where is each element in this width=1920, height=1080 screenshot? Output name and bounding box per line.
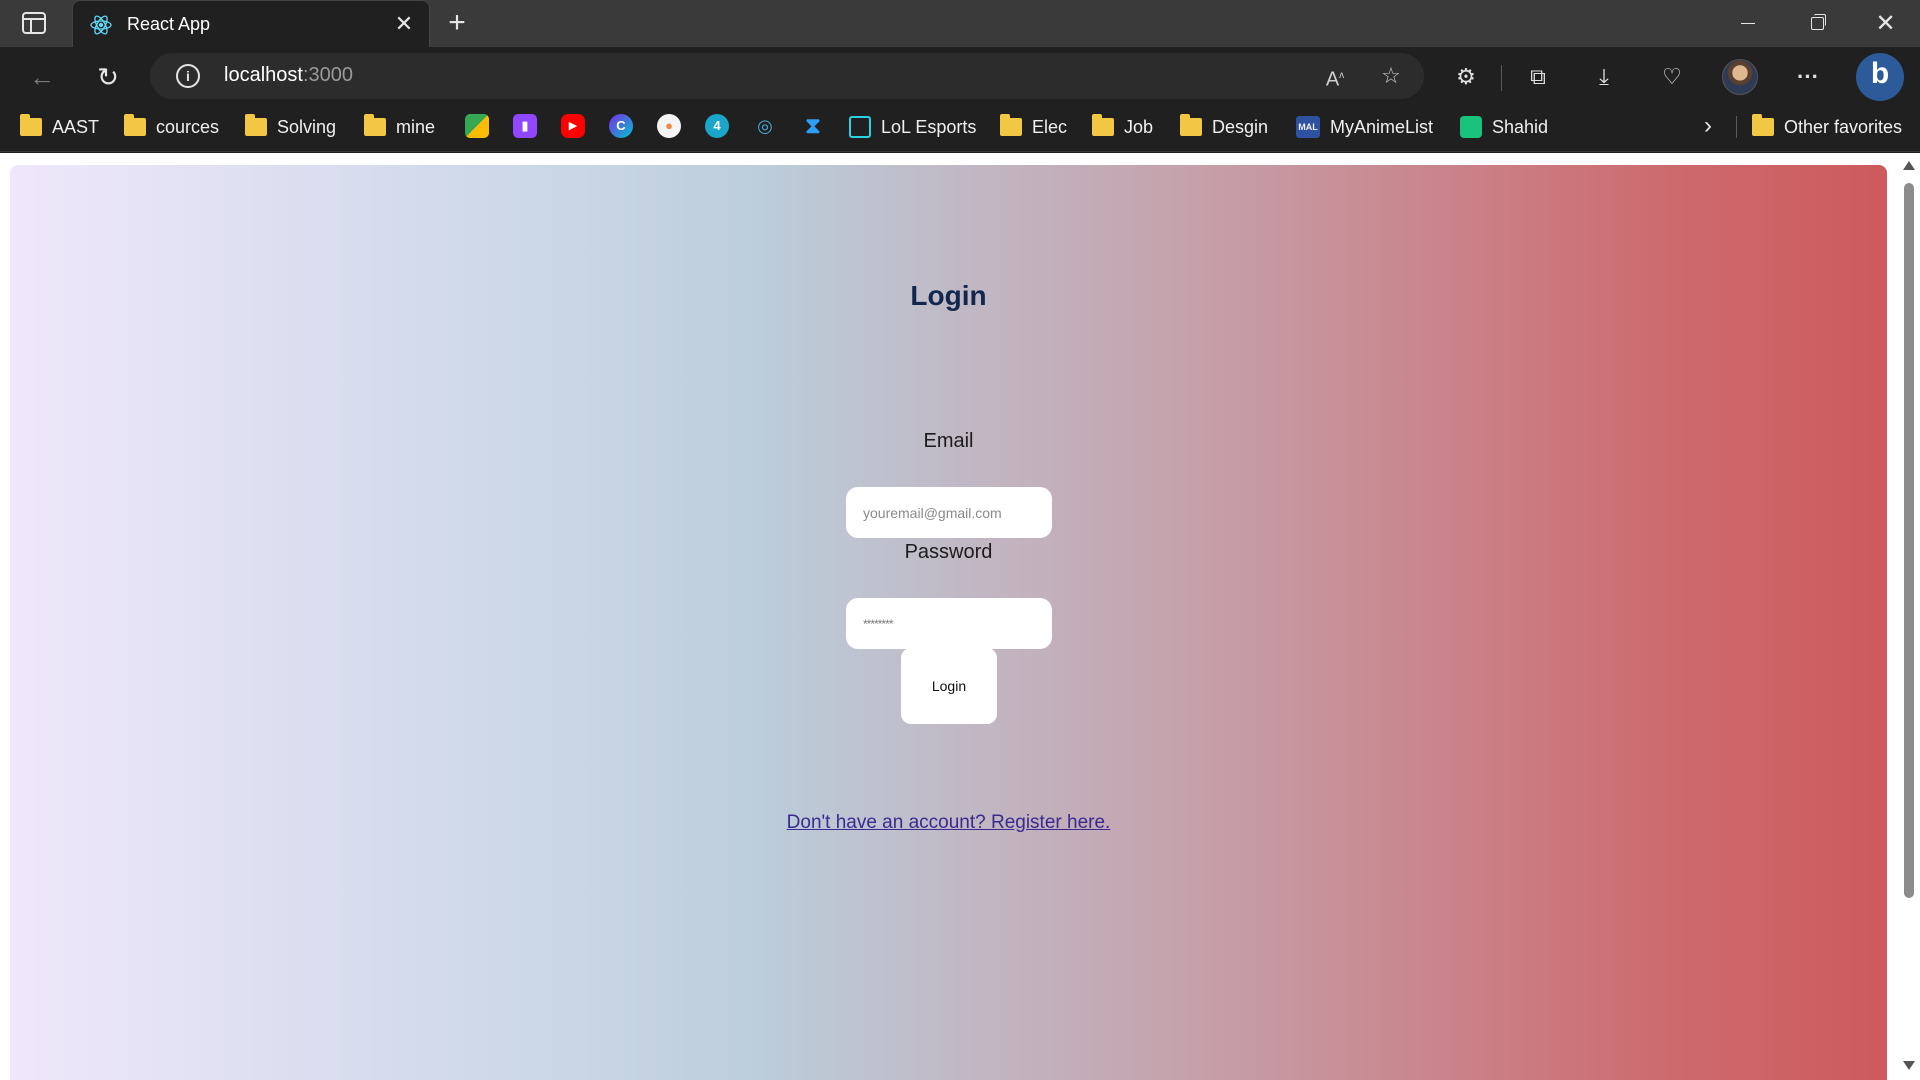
bookmark-label: Solving bbox=[277, 116, 337, 137]
close-window-button[interactable]: ✕ bbox=[1851, 0, 1920, 47]
chevron-right-icon[interactable]: › bbox=[1696, 113, 1720, 139]
login-button[interactable]: Login bbox=[901, 648, 997, 724]
close-tab-icon[interactable]: ✕ bbox=[391, 11, 417, 37]
folder-icon bbox=[1180, 114, 1202, 136]
tab-react-app[interactable]: React App ✕ bbox=[72, 0, 430, 47]
folder-icon bbox=[245, 114, 267, 136]
restore-button[interactable] bbox=[1782, 0, 1851, 47]
bookmark-folder-job[interactable]: Job bbox=[1092, 113, 1153, 141]
codeforces-icon[interactable]: 4 bbox=[705, 114, 729, 138]
login-page: Login Email youremail@gmail.com Password… bbox=[10, 165, 1887, 1080]
profile-avatar[interactable] bbox=[1722, 59, 1758, 95]
bookmark-label: Desgin bbox=[1212, 116, 1269, 137]
folder-icon bbox=[1000, 114, 1022, 136]
bookmark-folder-aast[interactable]: AAST bbox=[20, 113, 99, 141]
youtube-icon[interactable]: ▶ bbox=[561, 114, 585, 138]
password-field[interactable]: ******** bbox=[846, 598, 1052, 649]
bookmark-label: AAST bbox=[52, 116, 100, 137]
bookmark-folder-other-favorites[interactable]: Other favorites bbox=[1752, 113, 1902, 141]
bookmark-label: mine bbox=[396, 116, 436, 137]
palette-icon[interactable]: ● bbox=[657, 114, 681, 138]
react-logo-icon bbox=[90, 15, 112, 35]
collections-icon[interactable]: ⧉ bbox=[1520, 59, 1556, 95]
back-arrow-icon[interactable]: ← bbox=[24, 59, 60, 95]
folder-icon bbox=[1752, 114, 1774, 136]
bookmark-lol-esports[interactable]: LoL Esports bbox=[849, 113, 976, 141]
site-info-icon[interactable]: i bbox=[176, 64, 200, 88]
more-options-icon[interactable]: ··· bbox=[1790, 59, 1826, 95]
canva-icon[interactable]: C bbox=[609, 114, 633, 138]
bookmark-label: Elec bbox=[1032, 116, 1068, 137]
myanimelist-icon: MAL bbox=[1296, 116, 1320, 138]
vscode-icon[interactable]: ⧗ bbox=[801, 114, 825, 138]
lol-esports-icon bbox=[849, 116, 871, 138]
bookmark-folder-cources[interactable]: cources bbox=[124, 113, 219, 141]
tab-title: React App bbox=[127, 14, 211, 34]
bookmark-folder-solving[interactable]: Solving bbox=[245, 113, 336, 141]
bookmark-label: Job bbox=[1124, 116, 1154, 137]
bookmarks-divider bbox=[1736, 116, 1737, 138]
page-viewport: Login Email youremail@gmail.com Password… bbox=[0, 153, 1920, 1080]
bookmark-label: Other favorites bbox=[1784, 116, 1903, 137]
google-meet-icon[interactable] bbox=[465, 114, 489, 138]
url-host: localhost bbox=[224, 64, 303, 86]
page-title: Login bbox=[910, 280, 987, 311]
twitch-icon[interactable]: ▮ bbox=[513, 114, 537, 138]
email-placeholder: youremail@gmail.com bbox=[863, 504, 1002, 521]
browser-toolbar: ← ↻ i localhost:3000 Aʌ ☆ ⚙ ⧉ ⤓ ♡ ··· bbox=[0, 47, 1920, 107]
dolphin-icon[interactable]: ◎ bbox=[753, 114, 777, 138]
bookmark-label: MyAnimeList bbox=[1330, 116, 1434, 137]
read-aloud-icon[interactable]: Aʌ bbox=[1320, 61, 1350, 91]
folder-icon bbox=[20, 114, 42, 136]
reload-icon[interactable]: ↻ bbox=[90, 59, 126, 95]
bookmark-shahid[interactable]: Shahid bbox=[1460, 113, 1548, 141]
vertical-scrollbar[interactable] bbox=[1898, 153, 1920, 1080]
register-link-text[interactable]: Don't have an account? Register here. bbox=[787, 812, 1111, 833]
bookmark-folder-elec[interactable]: Elec bbox=[1000, 113, 1067, 141]
password-label: Password bbox=[904, 541, 993, 563]
copilot-icon[interactable] bbox=[1856, 53, 1904, 101]
bookmark-folder-desgin[interactable]: Desgin bbox=[1180, 113, 1268, 141]
bookmark-label: cources bbox=[156, 116, 220, 137]
new-tab-button[interactable]: + bbox=[440, 8, 474, 40]
bookmark-folder-mine[interactable]: mine bbox=[364, 113, 435, 141]
bookmark-myanimelist[interactable]: MAL MyAnimeList bbox=[1296, 113, 1433, 141]
bookmark-label: Shahid bbox=[1492, 116, 1549, 137]
toolbar-divider bbox=[1501, 65, 1502, 91]
extensions-icon[interactable]: ⚙ bbox=[1448, 59, 1484, 95]
shahid-icon bbox=[1460, 116, 1482, 138]
register-link[interactable]: Don't have an account? Register here. bbox=[10, 812, 1887, 834]
url-text[interactable]: localhost:3000 bbox=[224, 64, 353, 87]
scrollbar-thumb[interactable] bbox=[1904, 183, 1914, 898]
password-placeholder: ******** bbox=[863, 616, 893, 631]
bookmark-label: LoL Esports bbox=[881, 116, 977, 137]
sidebar-toggle-icon[interactable] bbox=[22, 12, 46, 34]
email-label: Email bbox=[923, 430, 974, 452]
folder-icon bbox=[124, 114, 146, 136]
folder-icon bbox=[1092, 114, 1114, 136]
browser-titlebar: React App ✕ + ✕ bbox=[0, 0, 1920, 47]
folder-icon bbox=[364, 114, 386, 136]
minimize-button[interactable] bbox=[1713, 0, 1782, 47]
email-field[interactable]: youremail@gmail.com bbox=[846, 487, 1052, 538]
address-bar[interactable]: i localhost:3000 Aʌ ☆ bbox=[150, 53, 1424, 99]
scroll-up-arrow-icon[interactable] bbox=[1903, 161, 1915, 170]
downloads-icon[interactable]: ⤓ bbox=[1586, 59, 1622, 95]
scroll-down-arrow-icon[interactable] bbox=[1903, 1061, 1915, 1070]
url-port: :3000 bbox=[302, 64, 353, 86]
add-favorite-icon[interactable]: ☆ bbox=[1376, 61, 1406, 91]
browser-essentials-icon[interactable]: ♡ bbox=[1654, 59, 1690, 95]
